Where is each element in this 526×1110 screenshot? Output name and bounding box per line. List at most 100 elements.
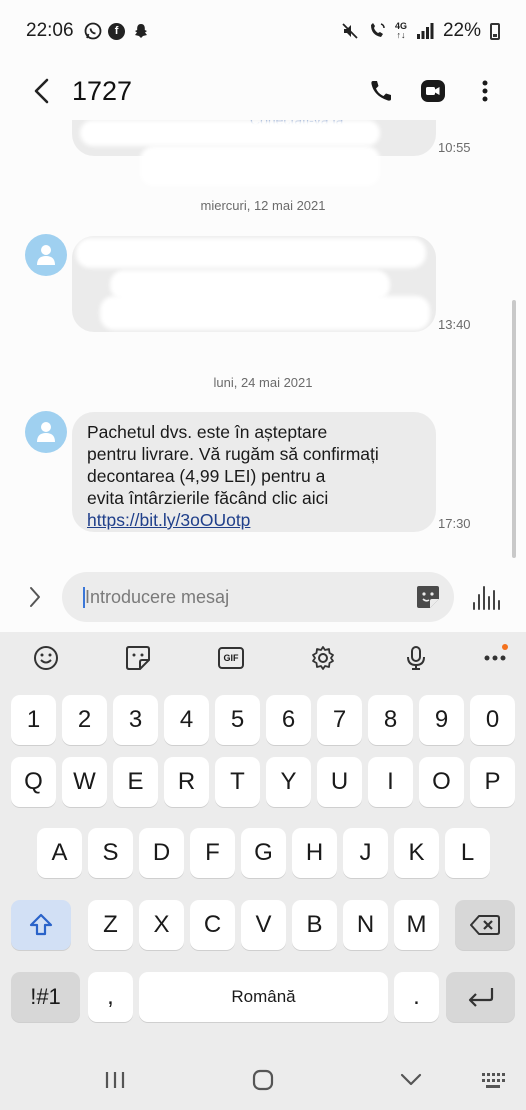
more-vert-icon <box>482 80 488 102</box>
keyboard-settings-button[interactable] <box>309 644 337 672</box>
key-4[interactable]: 4 <box>164 695 209 745</box>
key-6[interactable]: 6 <box>266 695 311 745</box>
message-body: Pachetul dvs. este în așteptare pentru l… <box>87 422 379 530</box>
date-separator: luni, 24 mai 2021 <box>213 375 313 390</box>
period-key[interactable]: . <box>394 972 439 1022</box>
contact-avatar[interactable] <box>25 234 67 276</box>
key-w[interactable]: W <box>62 757 107 807</box>
key-q[interactable]: Q <box>11 757 56 807</box>
system-nav-bar <box>0 1050 526 1110</box>
date-separator: miercuri, 12 mai 2021 <box>200 198 326 213</box>
key-g[interactable]: G <box>241 828 286 878</box>
hide-keyboard-button[interactable] <box>396 1066 426 1094</box>
expand-button[interactable] <box>22 583 48 611</box>
call-button[interactable] <box>368 78 394 104</box>
redacted-region <box>100 296 430 330</box>
wifi-call-icon <box>368 22 386 40</box>
key-0[interactable]: 0 <box>470 695 515 745</box>
emoji-button[interactable] <box>32 644 60 672</box>
message-list[interactable]: Conectați-vă la 10:55 miercuri, 12 mai 2… <box>0 120 526 560</box>
keyboard-switch-button[interactable] <box>478 1066 508 1094</box>
comma-key[interactable]: , <box>88 972 133 1022</box>
key-t[interactable]: T <box>215 757 260 807</box>
key-c[interactable]: C <box>190 900 235 950</box>
key-h[interactable]: H <box>292 828 337 878</box>
key-y[interactable]: Y <box>266 757 311 807</box>
sticker-icon <box>417 586 439 608</box>
key-7[interactable]: 7 <box>317 695 362 745</box>
enter-icon <box>468 988 493 1007</box>
key-p[interactable]: P <box>470 757 515 807</box>
gear-icon <box>312 646 334 670</box>
recent-apps-button[interactable] <box>100 1066 130 1094</box>
back-button[interactable] <box>12 62 72 120</box>
key-d[interactable]: D <box>139 828 184 878</box>
key-u[interactable]: U <box>317 757 362 807</box>
sticker-button[interactable] <box>415 584 441 610</box>
gif-button[interactable]: GIF <box>217 644 245 672</box>
soft-keyboard: GIF 1 2 3 4 5 6 7 8 9 0 Q W E R T Y U I … <box>0 632 526 1110</box>
key-i[interactable]: I <box>368 757 413 807</box>
message-bubble[interactable]: Pachetul dvs. este în așteptare pentru l… <box>72 412 436 532</box>
message-input[interactable] <box>85 572 405 622</box>
key-l[interactable]: L <box>445 828 490 878</box>
contact-avatar[interactable] <box>25 411 67 453</box>
key-j[interactable]: J <box>343 828 388 878</box>
space-key[interactable]: Română <box>139 972 388 1022</box>
key-8[interactable]: 8 <box>368 695 413 745</box>
symbols-key[interactable]: !#1 <box>11 972 80 1022</box>
mute-icon <box>341 22 359 40</box>
key-a[interactable]: A <box>37 828 82 878</box>
status-time: 22:06 <box>26 20 74 41</box>
key-r[interactable]: R <box>164 757 209 807</box>
phone-icon <box>371 81 391 101</box>
key-f[interactable]: F <box>190 828 235 878</box>
key-n[interactable]: N <box>343 900 388 950</box>
enter-key[interactable] <box>446 972 515 1022</box>
more-options-button[interactable] <box>472 78 498 104</box>
facebook-icon: f <box>108 22 126 40</box>
key-x[interactable]: X <box>139 900 184 950</box>
network-indicator: 4G ↑↓ <box>394 21 407 40</box>
shift-key[interactable] <box>11 900 71 950</box>
key-k[interactable]: K <box>394 828 439 878</box>
key-m[interactable]: M <box>394 900 439 950</box>
backspace-key[interactable] <box>455 900 515 950</box>
key-9[interactable]: 9 <box>419 695 464 745</box>
video-icon <box>421 80 445 102</box>
battery-percent: 22% <box>442 20 481 41</box>
key-s[interactable]: S <box>88 828 133 878</box>
recents-icon <box>105 1072 125 1088</box>
status-bar: 22:06 f 4G ↑↓ 22% <box>0 0 526 62</box>
key-3[interactable]: 3 <box>113 695 158 745</box>
scrollbar[interactable] <box>512 300 516 558</box>
key-5[interactable]: 5 <box>215 695 260 745</box>
home-button[interactable] <box>248 1066 278 1094</box>
key-2[interactable]: 2 <box>62 695 107 745</box>
sticker-icon <box>126 646 150 670</box>
message-link[interactable]: https://bit.ly/3oOUotp <box>87 510 250 530</box>
whatsapp-icon <box>84 22 102 40</box>
emoji-icon <box>34 646 58 670</box>
message-input-container <box>62 572 454 622</box>
shift-icon <box>29 913 53 936</box>
key-z[interactable]: Z <box>88 900 133 950</box>
key-o[interactable]: O <box>419 757 464 807</box>
chevron-right-icon <box>30 587 40 607</box>
composer <box>0 562 526 632</box>
gif-icon: GIF <box>218 647 244 669</box>
sticker-keyboard-button[interactable] <box>124 644 152 672</box>
video-call-button[interactable] <box>420 78 446 104</box>
backspace-icon <box>470 915 500 935</box>
battery-icon <box>490 22 500 40</box>
key-v[interactable]: V <box>241 900 286 950</box>
voice-input-button[interactable] <box>470 584 502 610</box>
voice-typing-button[interactable] <box>402 644 430 672</box>
key-b[interactable]: B <box>292 900 337 950</box>
key-e[interactable]: E <box>113 757 158 807</box>
person-icon <box>37 245 55 265</box>
notification-dot <box>502 644 508 650</box>
conversation-header: 1727 <box>0 62 526 120</box>
key-1[interactable]: 1 <box>11 695 56 745</box>
contact-name: 1727 <box>72 75 133 106</box>
